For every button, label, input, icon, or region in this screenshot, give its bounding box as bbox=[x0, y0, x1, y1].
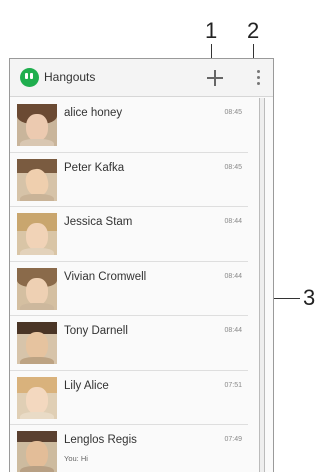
contact-name: alice honey bbox=[64, 107, 123, 119]
more-options-button[interactable] bbox=[252, 66, 266, 90]
conversation-item[interactable]: Jessica Stam 08:44 bbox=[10, 207, 248, 262]
message-time: 07:51 bbox=[224, 381, 242, 389]
add-conversation-button[interactable] bbox=[204, 67, 226, 89]
avatar bbox=[17, 213, 57, 255]
message-preview: You: Hi bbox=[64, 454, 88, 463]
avatar bbox=[17, 376, 57, 419]
callout-number-3: 3 bbox=[303, 285, 316, 310]
message-time: 08:44 bbox=[224, 327, 242, 334]
avatar bbox=[17, 158, 57, 201]
hangouts-logo-icon bbox=[20, 68, 39, 87]
avatar bbox=[17, 104, 57, 146]
message-time: 08:45 bbox=[224, 109, 242, 116]
more-vert-icon bbox=[257, 70, 260, 73]
avatar bbox=[17, 431, 57, 472]
conversation-item[interactable]: Tony Darnell 08:44 bbox=[10, 316, 248, 371]
contact-name: Lily Alice bbox=[64, 379, 109, 392]
message-time: 07:49 bbox=[224, 436, 242, 443]
avatar bbox=[17, 267, 57, 310]
conversation-list: alice honey 08:45 Peter Kafka 08:45 Jess… bbox=[10, 98, 248, 472]
scrollbar[interactable] bbox=[259, 98, 265, 472]
message-time: 08:45 bbox=[224, 163, 242, 171]
conversation-item[interactable]: Lily Alice 07:51 bbox=[10, 370, 248, 425]
contact-name: Lenglos Regis bbox=[64, 434, 137, 446]
app-bar: Hangouts bbox=[10, 59, 273, 97]
conversation-item[interactable]: Peter Kafka 08:45 bbox=[10, 152, 248, 207]
callout-number-1: 1 bbox=[205, 18, 218, 43]
conversation-item[interactable]: Vivian Cromwell 08:44 bbox=[10, 261, 248, 316]
message-time: 08:44 bbox=[224, 218, 242, 225]
phone-screen: Hangouts alice honey 08:45 Peter Kafka 0… bbox=[9, 58, 274, 472]
conversation-item[interactable]: Lenglos Regis 07:49 You: Hi bbox=[10, 425, 248, 472]
message-time: 08:44 bbox=[224, 272, 242, 280]
app-title: Hangouts bbox=[44, 70, 96, 84]
callout-number-2: 2 bbox=[247, 18, 260, 43]
contact-name: Peter Kafka bbox=[64, 161, 125, 174]
contact-name: Jessica Stam bbox=[64, 216, 133, 228]
contact-name: Tony Darnell bbox=[64, 325, 128, 337]
avatar bbox=[17, 322, 57, 364]
conversation-item[interactable]: alice honey 08:45 bbox=[10, 98, 248, 153]
contact-name: Vivian Cromwell bbox=[64, 270, 147, 283]
